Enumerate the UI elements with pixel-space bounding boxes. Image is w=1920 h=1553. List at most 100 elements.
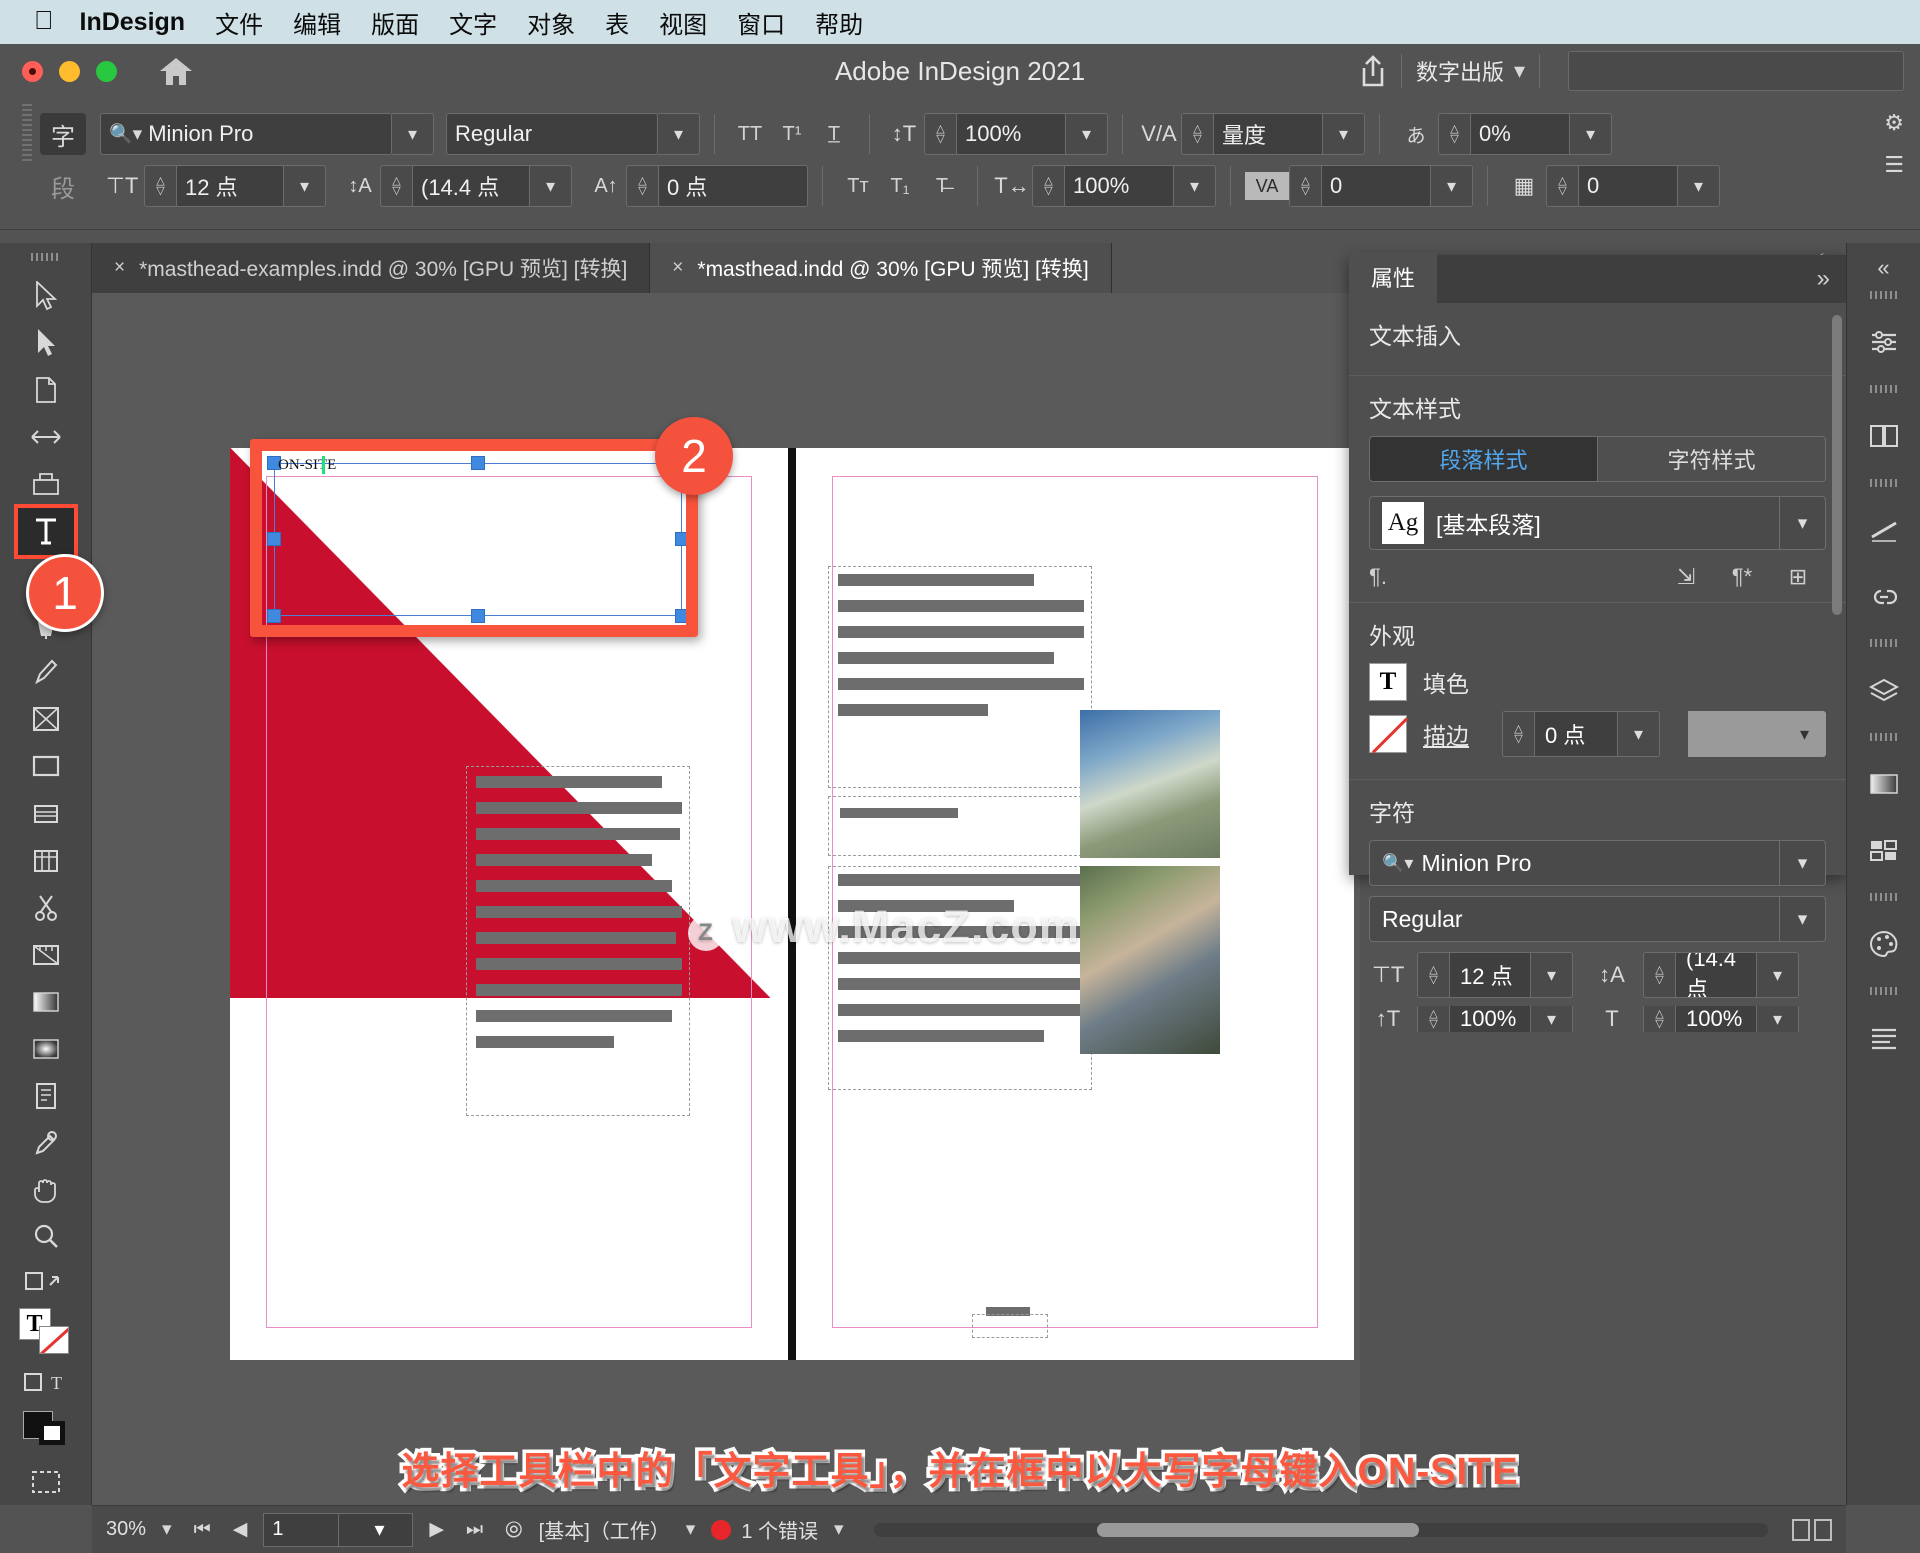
font-size-value[interactable]: 12 点 xyxy=(176,165,284,207)
menu-app-name[interactable]: InDesign xyxy=(80,8,186,37)
font-style-control[interactable]: Regular ▾ xyxy=(446,113,700,155)
type-tool[interactable] xyxy=(13,503,78,559)
color-icon[interactable] xyxy=(1859,919,1909,969)
minimize-button[interactable] xyxy=(59,60,80,82)
first-page-icon[interactable]: ⏮ xyxy=(188,1519,217,1541)
vertical-scale-control[interactable]: △ ▽ 100% ▾ xyxy=(924,113,1108,155)
tsume-dropdown[interactable]: ▾ xyxy=(1570,113,1612,155)
character-size-dropdown[interactable]: ▾ xyxy=(1531,952,1573,998)
chevron-double-left-icon[interactable]: « xyxy=(1877,255,1889,281)
stroke-weight-control[interactable]: △ ▽ 0 点 ▾ xyxy=(1502,711,1660,757)
font-style-value[interactable]: Regular xyxy=(446,113,658,155)
character-font-family-select[interactable]: 🔍▾ Minion Pro ▾ xyxy=(1369,840,1826,886)
fill-stroke-proxy[interactable]: T xyxy=(18,1303,74,1358)
grid-dropdown[interactable]: ▾ xyxy=(1678,165,1720,207)
tracking-stepper[interactable]: △ ▽ xyxy=(1289,165,1321,207)
links-icon[interactable] xyxy=(1859,571,1909,621)
stroke-weight-stepper[interactable]: △ ▽ xyxy=(1502,711,1534,757)
paragraph-formatting-button[interactable]: 段 xyxy=(40,165,86,207)
cc-libraries-icon[interactable] xyxy=(1859,825,1909,875)
character-formatting-button[interactable]: 字 xyxy=(40,113,86,155)
dock-gripper[interactable] xyxy=(1869,733,1898,741)
dock-gripper[interactable] xyxy=(1869,291,1898,299)
kerning-stepper[interactable]: △ ▽ xyxy=(1181,113,1213,155)
indent-icon[interactable]: ⇲ xyxy=(1658,564,1714,590)
properties-icon[interactable] xyxy=(1859,317,1909,367)
stroke-icon[interactable] xyxy=(1859,505,1909,555)
strikethrough-button[interactable]: T̶ xyxy=(921,166,963,206)
gear-icon[interactable]: ⚙ xyxy=(1884,110,1904,136)
document-tab-masthead-examples[interactable]: × *masthead-examples.indd @ 30% [GPU 预览]… xyxy=(92,243,651,293)
font-size-dropdown[interactable]: ▾ xyxy=(284,165,326,207)
horizontal-scale-dropdown[interactable]: ▾ xyxy=(1174,165,1216,207)
character-size-value[interactable]: 12 点 xyxy=(1449,952,1531,998)
hand-tool[interactable] xyxy=(18,1166,74,1213)
gradient-swatch-tool[interactable] xyxy=(18,978,74,1025)
measure-tool[interactable] xyxy=(18,931,74,978)
leading-control[interactable]: △ ▽ (14.4 点 ▾ xyxy=(380,165,572,207)
close-icon[interactable]: × xyxy=(672,257,683,279)
baseline-shift-control[interactable]: △ ▽ 0 点 xyxy=(626,165,808,207)
table-tool[interactable] xyxy=(18,837,74,884)
baseline-shift-value[interactable]: 0 点 xyxy=(658,165,808,207)
search-input[interactable] xyxy=(1568,51,1904,91)
tsume-control[interactable]: △ ▽ 0% ▾ xyxy=(1438,113,1612,155)
apply-to-container-button[interactable] xyxy=(18,1260,74,1303)
segment-character-styles[interactable]: 字符样式 xyxy=(1597,436,1826,482)
chevron-down-icon[interactable]: ▾ xyxy=(1779,841,1825,885)
tsume-value[interactable]: 0% xyxy=(1470,113,1570,155)
character-size-control[interactable]: △ ▽ 12 点 ▾ xyxy=(1417,952,1573,998)
page-layout-toggle[interactable] xyxy=(1792,1518,1832,1541)
menu-item-table[interactable]: 表 xyxy=(605,5,629,40)
chevron-down-icon[interactable]: ▾ xyxy=(1779,897,1825,941)
zoom-level-dropdown-icon[interactable]: ▾ xyxy=(156,1518,178,1541)
vertical-scale-stepper[interactable]: △ ▽ xyxy=(924,113,956,155)
character-hscale-dropdown[interactable]: ▾ xyxy=(1757,1006,1799,1032)
paragraph-direction-icon[interactable]: ¶* xyxy=(1714,564,1770,590)
free-transform-tool[interactable] xyxy=(18,790,74,837)
zoom-tool[interactable] xyxy=(18,1213,74,1260)
subscript-button[interactable]: T₁ xyxy=(879,166,921,206)
eyedropper-tool[interactable] xyxy=(18,1119,74,1166)
document-canvas[interactable]: Zwww.MacZ.com ON-SITE 2 xyxy=(92,293,1360,1505)
preflight-icon[interactable]: ⦾ xyxy=(499,1517,529,1543)
stroke-label[interactable]: 描边 xyxy=(1423,717,1469,751)
scissors-tool[interactable] xyxy=(18,884,74,931)
dock-gripper[interactable] xyxy=(1869,639,1898,647)
character-vscale-dropdown[interactable]: ▾ xyxy=(1531,1006,1573,1032)
stroke-weight-dropdown[interactable]: ▾ xyxy=(1618,711,1660,757)
dock-gripper[interactable] xyxy=(1869,385,1898,393)
grid-control[interactable]: △ ▽ 0 ▾ xyxy=(1546,165,1720,207)
prev-page-icon[interactable]: ◀ xyxy=(227,1518,254,1541)
next-page-icon[interactable]: ▶ xyxy=(423,1518,450,1541)
superscript-button[interactable]: T¹ xyxy=(771,114,813,154)
photo-rope-hands[interactable] xyxy=(1080,866,1220,1054)
zoom-level-value[interactable]: 30% xyxy=(106,1518,146,1541)
chevron-down-icon[interactable]: ▾ xyxy=(1779,497,1825,549)
horizontal-scale-stepper[interactable]: △ ▽ xyxy=(1032,165,1064,207)
rectangle-tool[interactable] xyxy=(18,743,74,790)
kerning-value[interactable]: 量度 xyxy=(1213,113,1323,155)
preflight-profile-dropdown-icon[interactable]: ▾ xyxy=(680,1518,702,1541)
character-size-stepper[interactable]: △ ▽ xyxy=(1417,952,1449,998)
maximize-button[interactable] xyxy=(96,60,117,82)
horizontal-scale-value[interactable]: 100% xyxy=(1064,165,1174,207)
last-page-icon[interactable]: ⏭ xyxy=(460,1519,489,1541)
error-dropdown-icon[interactable]: ▾ xyxy=(828,1518,850,1541)
menu-item-object[interactable]: 对象 xyxy=(527,5,575,40)
drag-gripper[interactable] xyxy=(22,104,32,164)
menu-item-edit[interactable]: 编辑 xyxy=(293,5,341,40)
menu-item-window[interactable]: 窗口 xyxy=(737,5,785,40)
grid-stepper[interactable]: △ ▽ xyxy=(1546,165,1578,207)
document-tab-masthead[interactable]: × *masthead.indd @ 30% [GPU 预览] [转换] xyxy=(650,243,1112,293)
tsume-stepper[interactable]: △ ▽ xyxy=(1438,113,1470,155)
formatting-affects-text-button[interactable]: T xyxy=(18,1358,74,1405)
selection-tool[interactable] xyxy=(18,273,74,320)
pencil-tool[interactable] xyxy=(18,649,74,696)
apple-logo-icon[interactable]:  xyxy=(34,7,54,33)
paragraph-style-select[interactable]: Ag [基本段落] ▾ xyxy=(1369,496,1826,550)
fill-swatch[interactable]: T xyxy=(1369,663,1407,701)
leading-value[interactable]: (14.4 点 xyxy=(412,165,530,207)
menu-item-type[interactable]: 文字 xyxy=(449,5,497,40)
all-caps-button[interactable]: TT xyxy=(729,114,771,154)
